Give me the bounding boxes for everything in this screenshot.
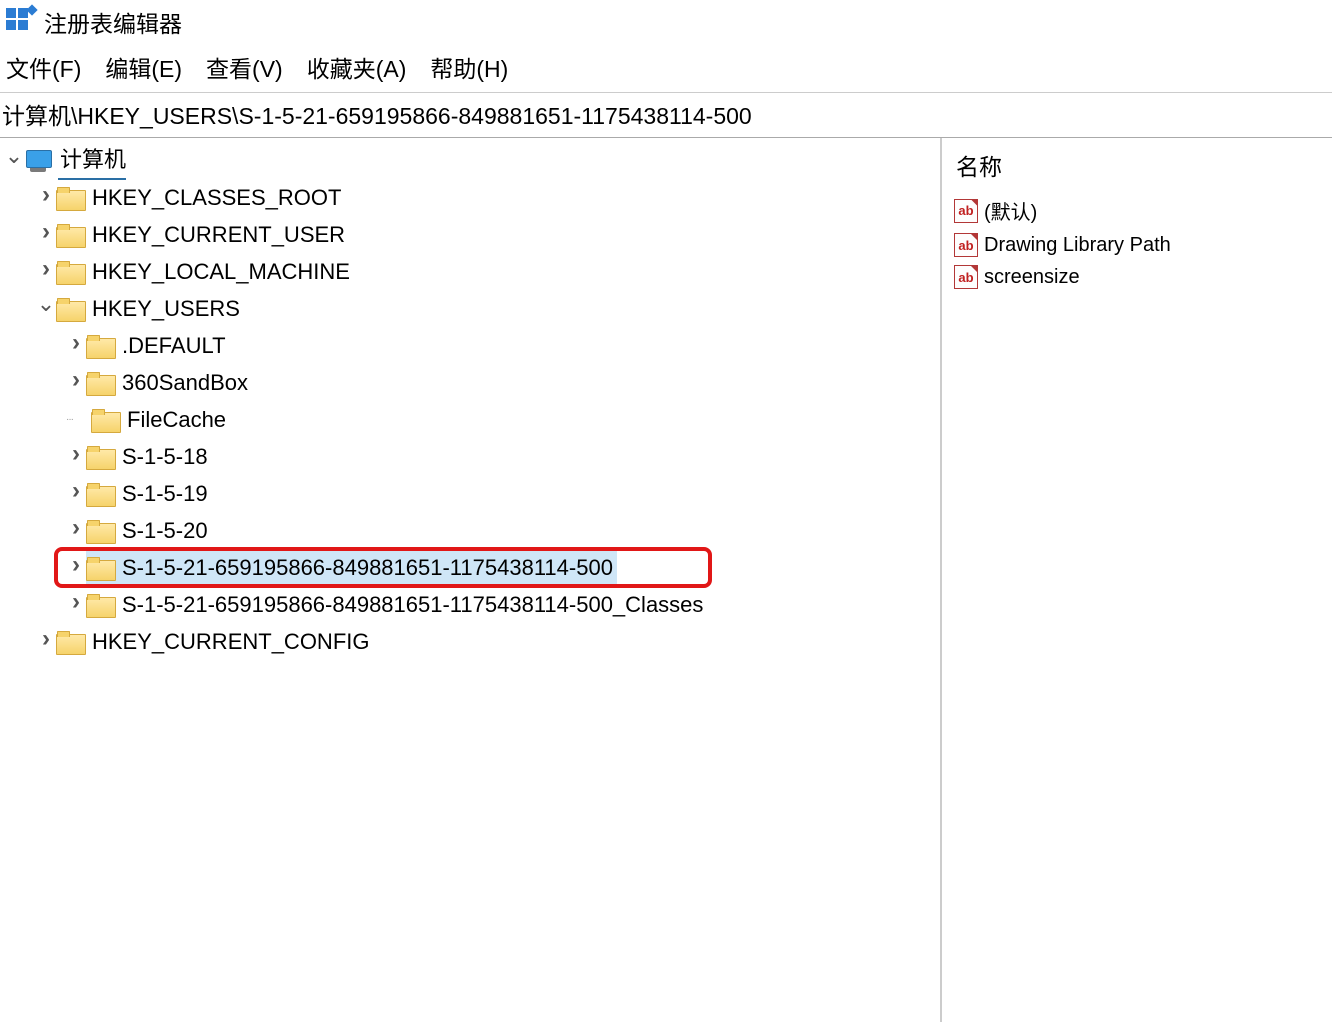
chevron-right-icon[interactable] [36,622,56,662]
menu-file[interactable]: 文件(F) [6,50,81,84]
column-header-name[interactable]: 名称 [950,144,1324,196]
tree-item-s20[interactable]: S-1-5-20 [0,512,940,549]
main-split: 计算机 HKEY_CLASSES_ROOT HKEY_CURRENT_USER … [0,138,1332,1022]
tree-label: S-1-5-19 [120,475,208,512]
folder-icon [91,409,119,431]
menu-view[interactable]: 查看(V) [206,50,283,84]
list-item[interactable]: ab screensize [950,265,1324,289]
reg-string-icon: ab [954,265,978,289]
tree-item-sid-classes[interactable]: S-1-5-21-659195866-849881651-1175438114-… [0,586,940,623]
menu-favorites[interactable]: 收藏夹(A) [307,50,407,84]
reg-string-icon: ab [954,233,978,257]
chevron-right-icon[interactable] [66,548,86,588]
list-item[interactable]: ab Drawing Library Path [950,233,1324,257]
folder-icon [56,631,84,653]
folder-icon [86,446,114,468]
tree-label: HKEY_CURRENT_USER [90,216,345,253]
tree-item-sandbox[interactable]: 360SandBox [0,364,940,401]
tree-item-filecache[interactable]: ··· FileCache [0,401,940,438]
value-name: (默认) [984,196,1037,225]
tree-panel[interactable]: 计算机 HKEY_CLASSES_ROOT HKEY_CURRENT_USER … [0,138,942,1022]
list-item[interactable]: ab (默认) [950,196,1324,225]
folder-icon [86,520,114,542]
tree-item-hkcu[interactable]: HKEY_CURRENT_USER [0,216,940,253]
tree-item-s19[interactable]: S-1-5-19 [0,475,940,512]
chevron-right-icon[interactable] [36,252,56,292]
value-list-panel[interactable]: 名称 ab (默认) ab Drawing Library Path ab sc… [942,138,1332,1022]
menubar: 文件(F) 编辑(E) 查看(V) 收藏夹(A) 帮助(H) [0,44,1332,93]
chevron-right-icon[interactable] [66,511,86,551]
folder-icon [56,187,84,209]
tree-label: HKEY_CURRENT_CONFIG [90,623,369,660]
chevron-right-icon[interactable] [66,363,86,403]
chevron-right-icon[interactable] [36,215,56,255]
chevron-right-icon[interactable] [66,326,86,366]
titlebar: 注册表编辑器 [0,0,1332,44]
tree-label: S-1-5-18 [120,438,208,475]
tree-label: HKEY_CLASSES_ROOT [90,179,341,216]
menu-edit[interactable]: 编辑(E) [105,50,182,84]
tree-label: S-1-5-21-659195866-849881651-1175438114-… [120,586,703,623]
folder-icon [56,261,84,283]
value-name: screensize [984,266,1080,289]
tree-label: .DEFAULT [120,327,226,364]
address-bar[interactable]: 计算机\HKEY_USERS\S-1-5-21-659195866-849881… [0,93,1332,138]
tree-label: 计算机 [58,141,126,180]
computer-icon [24,150,52,172]
folder-icon [86,483,114,505]
folder-icon [56,298,84,320]
chevron-down-icon[interactable] [36,289,56,329]
tree-item-hkcr[interactable]: HKEY_CLASSES_ROOT [0,179,940,216]
chevron-right-icon[interactable] [66,474,86,514]
menu-help[interactable]: 帮助(H) [430,50,508,84]
tree-label: S-1-5-20 [120,512,208,549]
window-title: 注册表编辑器 [44,5,182,39]
tree-item-s18[interactable]: S-1-5-18 [0,438,940,475]
tree-label: HKEY_LOCAL_MACHINE [90,253,350,290]
folder-icon [86,557,114,579]
tree-connector: ··· [66,401,73,438]
folder-icon [56,224,84,246]
folder-icon [86,594,114,616]
folder-icon [86,372,114,394]
chevron-down-icon[interactable] [4,141,24,181]
value-name: Drawing Library Path [984,234,1171,257]
tree-label: 360SandBox [120,364,248,401]
tree-item-hku[interactable]: HKEY_USERS [0,290,940,327]
tree-item-default[interactable]: .DEFAULT [0,327,940,364]
chevron-right-icon[interactable] [36,178,56,218]
tree-root-computer[interactable]: 计算机 [0,142,940,179]
folder-icon [86,335,114,357]
address-text: 计算机\HKEY_USERS\S-1-5-21-659195866-849881… [2,103,752,129]
tree-label: HKEY_USERS [90,290,240,327]
app-icon [6,8,34,36]
chevron-right-icon[interactable] [66,585,86,625]
tree-label: S-1-5-21-659195866-849881651-1175438114-… [120,549,613,586]
reg-string-icon: ab [954,199,978,223]
tree-label: FileCache [125,401,226,438]
tree-item-sid-selected[interactable]: S-1-5-21-659195866-849881651-1175438114-… [0,549,940,586]
tree-item-hkcc[interactable]: HKEY_CURRENT_CONFIG [0,623,940,660]
chevron-right-icon[interactable] [66,437,86,477]
tree-item-hklm[interactable]: HKEY_LOCAL_MACHINE [0,253,940,290]
